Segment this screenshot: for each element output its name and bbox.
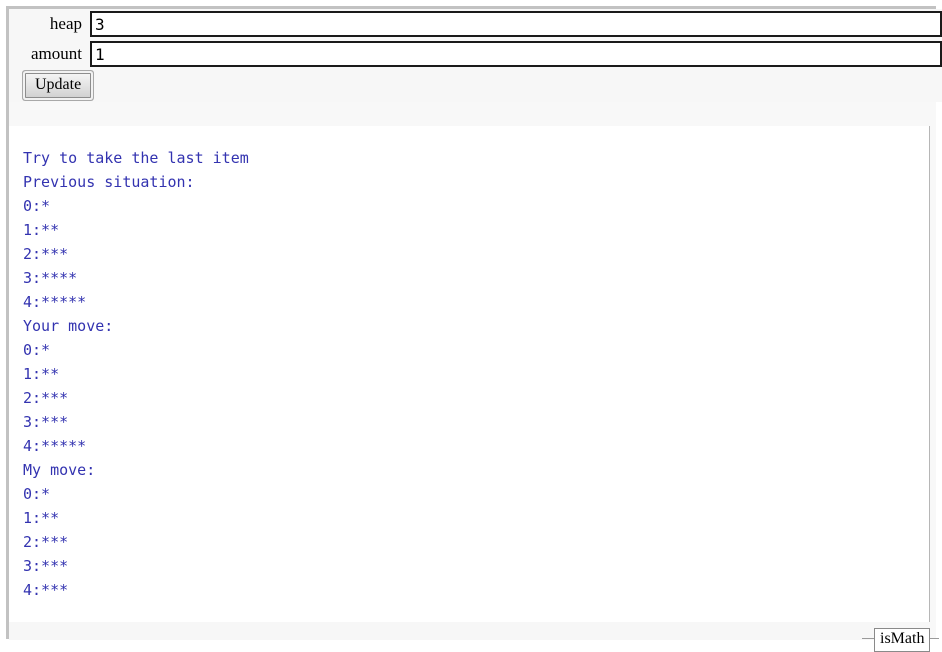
bottom-strip [9, 622, 930, 640]
ismath-badge[interactable]: isMath [874, 628, 930, 652]
nim-game-page: heap amount Update Try to take the last … [0, 0, 942, 646]
console-line: 0:* [23, 482, 929, 506]
console-line: Previous situation: [23, 170, 929, 194]
console-line: 4:***** [23, 434, 929, 458]
console-line: 3:*** [23, 410, 929, 434]
heap-label: heap [9, 9, 90, 39]
console-line: 3:*** [23, 554, 929, 578]
console-line: 1:** [23, 506, 929, 530]
console-line: Try to take the last item [23, 146, 929, 170]
form-row-heap: heap [9, 9, 942, 39]
input-form: heap amount Update [9, 9, 942, 102]
console-line: 3:**** [23, 266, 929, 290]
console-line: 1:** [23, 362, 929, 386]
console-line: Your move: [23, 314, 929, 338]
update-button[interactable]: Update [25, 73, 91, 98]
button-row: Update [9, 69, 942, 102]
console-line: 4:*** [23, 578, 929, 602]
console-line: My move: [23, 458, 929, 482]
badge-rule-right [929, 638, 939, 639]
console-text: Try to take the last itemPrevious situat… [9, 126, 929, 602]
console-line: 0:* [23, 338, 929, 362]
amount-input[interactable] [90, 41, 942, 67]
console-line: 2:*** [23, 386, 929, 410]
amount-label: amount [9, 39, 90, 69]
console-line: 0:* [23, 194, 929, 218]
heap-input[interactable] [90, 11, 942, 37]
game-output-panel: Try to take the last itemPrevious situat… [9, 126, 930, 622]
console-line: 2:*** [23, 530, 929, 554]
form-row-amount: amount [9, 39, 942, 69]
console-line: 4:***** [23, 290, 929, 314]
console-line: 2:*** [23, 242, 929, 266]
console-line: 1:** [23, 218, 929, 242]
